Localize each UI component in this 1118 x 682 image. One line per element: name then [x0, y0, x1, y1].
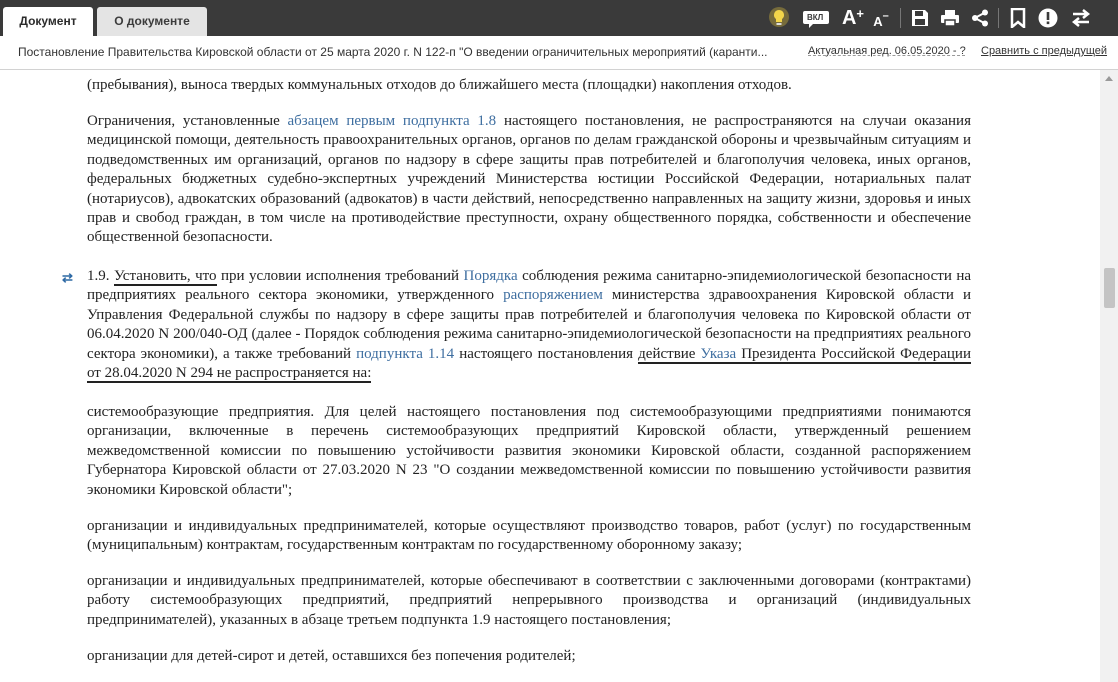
text: настоящего постановления, не распростран…	[87, 113, 971, 246]
bookmark-icon[interactable]	[1006, 5, 1030, 31]
compare-previous-link[interactable]: Сравнить с предыдущей	[981, 45, 1107, 57]
edition-change-marker-icon[interactable]: ⇄	[62, 270, 73, 286]
item-number: 1.9.	[87, 268, 114, 284]
text: настоящего постановления	[454, 345, 639, 362]
text: при условии исполнения требований	[216, 268, 464, 284]
font-increase-button[interactable]: A +	[838, 5, 868, 31]
document-content: (пребывания), выноса твердых коммунальны…	[0, 70, 1100, 682]
scroll-up-icon[interactable]	[1105, 76, 1113, 81]
text: действие	[638, 345, 701, 362]
alert-icon[interactable]	[1035, 5, 1061, 31]
paragraph: (пребывания), выноса твердых коммунальны…	[87, 77, 792, 93]
font-increase-label: A	[841, 6, 857, 29]
text: Ограничения, установленные	[87, 113, 288, 129]
top-toolbar: Документ О документе ВКЛ A + A –	[0, 0, 1118, 36]
paragraph: Ограничения, установленные абзацем первы…	[87, 112, 971, 248]
paragraph-1-9: 1.9. Установить, что при условии исполне…	[87, 267, 971, 384]
edition-link[interactable]: Актуальная ред. 06.05.2020 - ?	[808, 45, 966, 57]
paragraph: системообразующие предприятия. Для целей…	[87, 404, 971, 498]
vkl-label: ВКЛ	[807, 13, 824, 22]
paragraph: организации и индивидуальных предпринима…	[87, 573, 971, 628]
tab-document[interactable]: Документ	[3, 7, 93, 36]
tab-about-document[interactable]: О документе	[97, 7, 207, 36]
toolbar-divider	[998, 8, 999, 28]
document-title: Постановление Правительства Кировской об…	[18, 45, 768, 59]
font-decrease-button[interactable]: A –	[870, 5, 892, 31]
link-subparagraph-1-14[interactable]: подпункта 1.14	[356, 346, 454, 362]
vertical-scrollbar[interactable]	[1100, 70, 1118, 682]
link-poryadok[interactable]: Порядка	[464, 268, 518, 284]
underlined-text: Установить, что	[113, 268, 217, 286]
paragraph: организации для детей-сирот и детей, ост…	[87, 648, 576, 664]
scrollbar-thumb[interactable]	[1104, 268, 1115, 308]
link-rasporyazhenie[interactable]: распоряжением	[503, 287, 603, 303]
share-icon[interactable]	[968, 5, 992, 31]
lightbulb-icon[interactable]	[765, 5, 793, 31]
speaker-vkl-icon[interactable]: ВКЛ	[803, 5, 829, 31]
toolbar-divider	[900, 8, 901, 28]
link-subparagraph-1-8[interactable]: абзацем первым подпункта 1.8	[288, 113, 497, 129]
print-icon[interactable]	[937, 5, 963, 31]
document-title-bar: Постановление Правительства Кировской об…	[0, 36, 1118, 70]
font-decrease-label: A	[873, 13, 883, 29]
paragraph: организации и индивидуальных предпринима…	[87, 518, 971, 554]
swap-arrows-icon[interactable]	[1067, 5, 1095, 31]
minus-icon: –	[882, 10, 889, 22]
plus-icon: +	[856, 5, 865, 21]
link-ukaz[interactable]: Указа	[701, 346, 737, 362]
save-icon[interactable]	[908, 5, 932, 31]
